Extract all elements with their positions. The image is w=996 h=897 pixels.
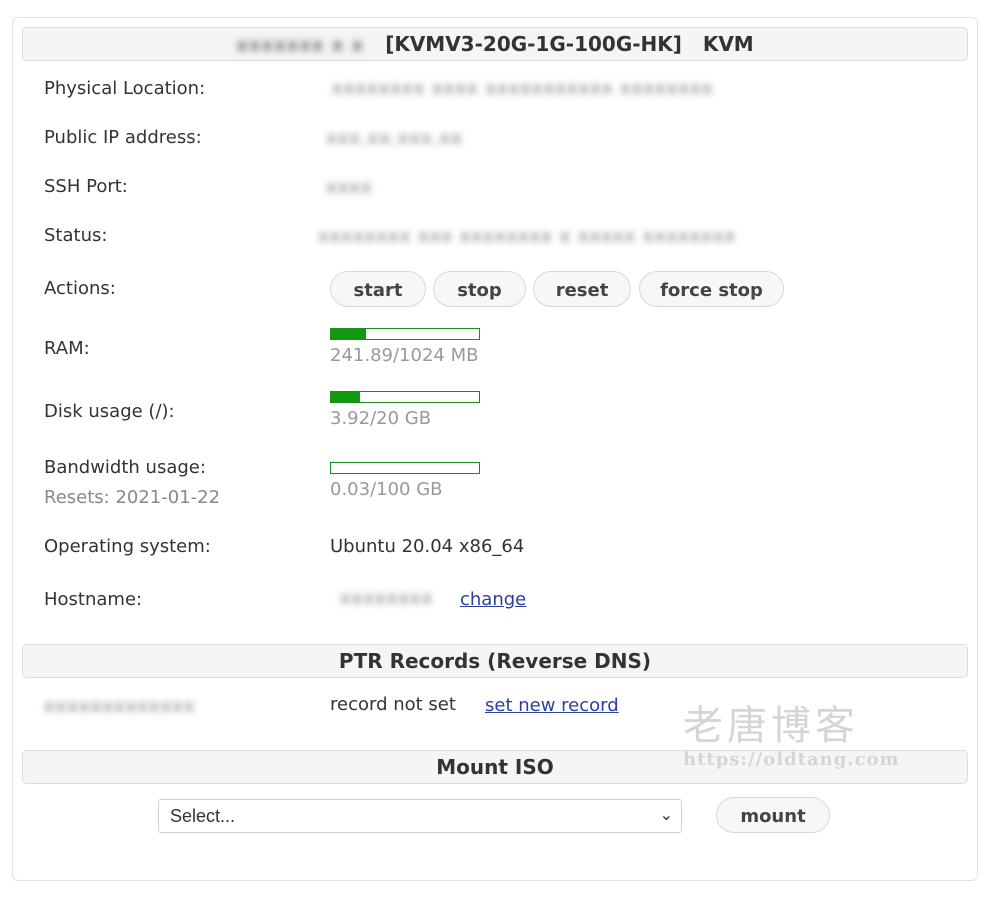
bandwidth-resets: Resets: 2021-01-22 <box>44 487 221 508</box>
hostname-value: xxxxxxxx <box>340 588 434 609</box>
iso-select-value: Select... <box>170 806 236 826</box>
mount-button[interactable]: mount <box>716 797 830 833</box>
ssh-port-label: SSH Port: <box>44 176 128 197</box>
iso-select[interactable]: Select... ⌄ <box>158 799 682 833</box>
watermark-url: https://oldtang.com <box>683 749 900 770</box>
physical-location-label: Physical Location: <box>44 78 206 99</box>
plan-name: [KVMV3-20G-1G-100G-HK] <box>385 32 682 56</box>
watermark-title: 老唐博客 <box>683 703 859 749</box>
force-stop-button[interactable]: force stop <box>639 271 784 307</box>
stop-button[interactable]: stop <box>433 271 526 307</box>
set-new-record-link[interactable]: set new record <box>485 695 619 716</box>
public-ip-label: Public IP address: <box>44 127 202 148</box>
physical-location-value: xxxxxxxx xxxx xxxxxxxxxxx xxxxxxxx <box>332 78 714 99</box>
status-label: Status: <box>44 225 108 246</box>
status-value: xxxxxxxx xxx xxxxxxxx x xxxxx xxxxxxxx <box>318 226 737 247</box>
ssh-port-value: xxxx <box>326 177 373 198</box>
bandwidth-usage-text: 0.03/100 GB <box>330 479 443 500</box>
server-title-bar: xxxxxxx x x [KVMV3-20G-1G-100G-HK] KVM <box>22 27 968 61</box>
public-ip-value: xxx.xx.xxx.xx <box>326 128 463 149</box>
watermark: 老唐博客 https://oldtang.com <box>683 693 900 770</box>
server-name-hidden: xxxxxxx x x <box>236 35 365 56</box>
disk-progress-fill <box>331 392 360 402</box>
ptr-ip-value: xxxxxxxxxxxxx <box>44 696 196 717</box>
start-button[interactable]: start <box>330 271 426 307</box>
ram-progress-fill <box>331 329 366 339</box>
ram-progress-bar <box>330 328 480 340</box>
ptr-section-header: PTR Records (Reverse DNS) <box>22 644 968 678</box>
reset-button[interactable]: reset <box>533 271 631 307</box>
hostname-label: Hostname: <box>44 589 143 610</box>
disk-label: Disk usage (/): <box>44 401 175 422</box>
chevron-down-icon: ⌄ <box>659 807 673 824</box>
bandwidth-label: Bandwidth usage: <box>44 457 206 478</box>
os-value: Ubuntu 20.04 x86_64 <box>330 536 525 557</box>
bandwidth-progress-bar <box>330 462 480 474</box>
ram-label: RAM: <box>44 338 90 359</box>
actions-label: Actions: <box>44 278 116 299</box>
virtualization-type: KVM <box>702 32 754 56</box>
ptr-status: record not set <box>330 694 456 715</box>
disk-progress-bar <box>330 391 480 403</box>
ram-usage-text: 241.89/1024 MB <box>330 345 479 366</box>
disk-usage-text: 3.92/20 GB <box>330 408 432 429</box>
change-hostname-link[interactable]: change <box>460 589 526 610</box>
os-label: Operating system: <box>44 536 211 557</box>
